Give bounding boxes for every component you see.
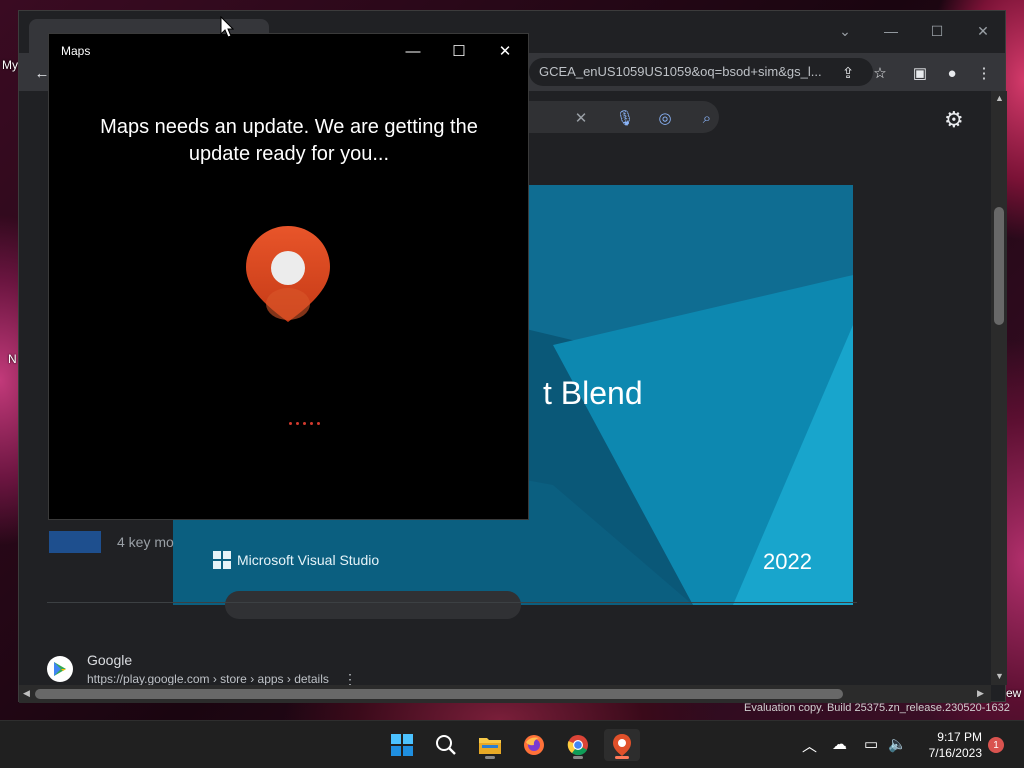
settings-gear-icon[interactable]: ⚙: [944, 107, 964, 133]
maps-pin-icon: [246, 226, 330, 322]
mouse-cursor-icon: [220, 16, 234, 38]
evaluation-watermark: Evaluation copy. Build 25375.zn_release.…: [744, 702, 1010, 714]
minimize-button[interactable]: —: [390, 38, 436, 64]
maximize-button[interactable]: ☐: [436, 38, 482, 64]
google-play-icon: [47, 656, 73, 682]
window-title: Maps: [61, 44, 91, 58]
update-message: Maps needs an update. We are getting the…: [100, 116, 478, 165]
result-title[interactable]: Google: [87, 652, 132, 668]
clear-icon[interactable]: ✕: [571, 108, 591, 128]
clock[interactable]: 9:17 PM 7/16/2023: [918, 729, 982, 761]
clock-time: 9:17 PM: [937, 730, 982, 744]
minimize-button[interactable]: —: [869, 17, 913, 45]
view-all-button[interactable]: [225, 591, 521, 619]
vs-year: 2022: [763, 549, 812, 574]
search-icon[interactable]: [428, 729, 464, 761]
vs-brand: Microsoft Visual Studio: [213, 551, 379, 569]
desktop-icon-label[interactable]: My: [2, 58, 18, 72]
address-bar[interactable]: GCEA_enUS1059US1059&oq=bsod+sim&gs_l...: [529, 58, 873, 86]
divider: [47, 602, 857, 603]
tab-search-icon[interactable]: ⌄: [823, 17, 867, 45]
desktop-icon-label[interactable]: ew: [1006, 686, 1021, 700]
search-icon[interactable]: ⌕: [697, 108, 717, 128]
file-explorer-icon[interactable]: [472, 729, 508, 761]
onedrive-offline-icon[interactable]: ☁: [832, 735, 847, 753]
network-icon[interactable]: ▭: [864, 735, 878, 753]
result-text[interactable]: 4 key mo: [117, 534, 174, 550]
windows-logo-icon: [213, 551, 231, 569]
vs-image-title: t Blend: [543, 375, 643, 411]
vertical-scrollbar[interactable]: ▲ ▼: [991, 91, 1007, 685]
scrollbar-thumb[interactable]: [35, 689, 843, 699]
share-icon[interactable]: ⇪: [837, 62, 859, 84]
chrome-icon[interactable]: [560, 729, 596, 761]
maps-window: Maps — ☐ ✕ Maps needs an update. We are …: [48, 33, 529, 520]
more-vert-icon[interactable]: ⋮: [343, 671, 357, 685]
result-thumbnail[interactable]: [49, 531, 101, 553]
desktop-icon-label[interactable]: N: [8, 352, 17, 366]
scrollbar-thumb[interactable]: [994, 207, 1004, 325]
start-icon[interactable]: [384, 729, 420, 761]
maps-icon[interactable]: [604, 729, 640, 761]
volume-icon[interactable]: 🔈: [888, 735, 907, 753]
show-hidden-icons-chevron-icon[interactable]: ︿: [802, 735, 817, 756]
vs-brand-label: Microsoft Visual Studio: [237, 552, 380, 568]
side-panel-icon[interactable]: ▣: [909, 62, 931, 84]
menu-icon[interactable]: ⋮: [973, 62, 995, 84]
bookmark-star-icon[interactable]: ☆: [869, 62, 891, 84]
lens-icon[interactable]: ◎: [655, 108, 675, 128]
horizontal-scrollbar[interactable]: ◀ ▶: [19, 685, 991, 703]
loading-indicator: [289, 422, 320, 425]
close-button[interactable]: ✕: [961, 17, 1005, 45]
firefox-icon[interactable]: [516, 729, 552, 761]
clock-date: 7/16/2023: [928, 746, 982, 760]
microphone-icon[interactable]: 🎙: [615, 108, 635, 128]
close-button[interactable]: ✕: [482, 38, 528, 64]
result-url[interactable]: https://play.google.com › store › apps ›…: [87, 672, 329, 685]
notification-badge[interactable]: 1: [988, 737, 1004, 753]
maximize-button[interactable]: ☐: [915, 17, 959, 45]
taskbar: ︿ ☁ ▭ 🔈 9:17 PM 7/16/2023 1: [0, 720, 1024, 768]
profile-icon[interactable]: ●: [941, 62, 963, 84]
